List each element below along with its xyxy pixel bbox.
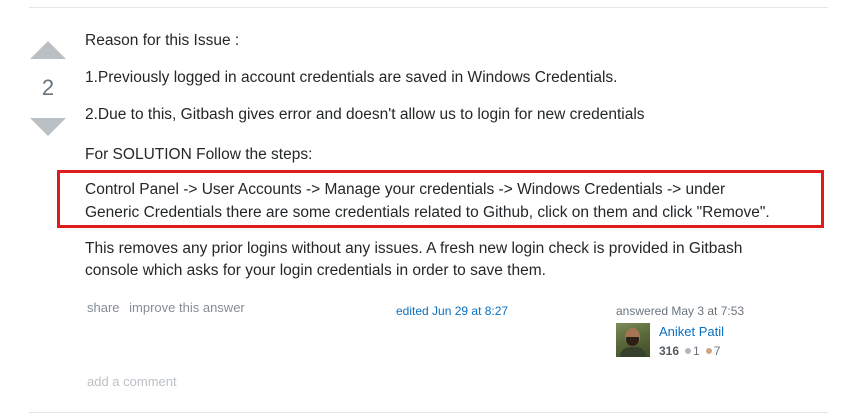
solution-line: Generic Credentials there are some crede… xyxy=(85,204,770,221)
post-menu: share improve this answer xyxy=(87,300,251,315)
improve-answer-link[interactable]: improve this answer xyxy=(129,300,245,315)
reputation-info: 316 1 7 xyxy=(659,344,720,358)
user-signature: answered May 3 at 7:53 Aniket Patil 316 1… xyxy=(616,304,816,358)
answered-timestamp: answered May 3 at 7:53 xyxy=(616,304,745,318)
bottom-divider xyxy=(29,412,828,413)
share-link[interactable]: share xyxy=(87,300,120,315)
bronze-badge-icon xyxy=(705,348,712,355)
user-name-link[interactable]: Aniket Patil xyxy=(659,324,724,339)
answer-paragraph: Reason for this Issue : xyxy=(85,32,240,49)
reputation-score: 316 xyxy=(659,344,680,358)
top-divider xyxy=(29,7,828,8)
avatar[interactable] xyxy=(616,323,650,357)
vote-up-arrow-icon[interactable] xyxy=(30,41,66,59)
answer-paragraph: 1.Previously logged in account credentia… xyxy=(85,69,618,86)
answer-paragraph: This removes any prior logins without an… xyxy=(85,240,743,257)
answer-paragraph: console which asks for your login creden… xyxy=(85,262,546,279)
vote-count: 2 xyxy=(41,75,55,100)
vote-down-arrow-icon[interactable] xyxy=(30,118,66,136)
add-comment-link[interactable]: add a comment xyxy=(87,374,177,389)
bronze-badge-count: 7 xyxy=(713,344,721,358)
solution-line: Control Panel -> User Accounts -> Manage… xyxy=(85,181,726,198)
answer-paragraph: 2.Due to this, Gitbash gives error and d… xyxy=(85,106,645,123)
silver-badge-icon xyxy=(685,348,692,355)
silver-badge-count: 1 xyxy=(693,344,700,358)
edited-timestamp-link[interactable]: edited Jun 29 at 8:27 xyxy=(396,304,508,318)
answer-paragraph: For SOLUTION Follow the steps: xyxy=(85,146,313,163)
